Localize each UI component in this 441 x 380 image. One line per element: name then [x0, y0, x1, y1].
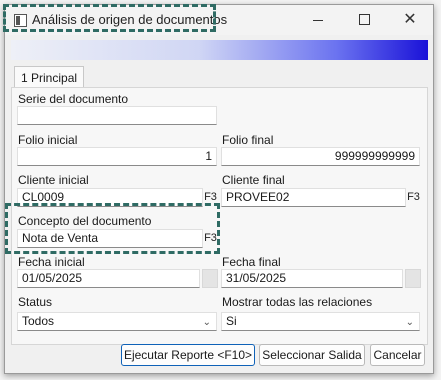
fecha-final-picker[interactable] [405, 269, 421, 288]
serie-label: Serie del documento [18, 92, 129, 106]
title-highlight [3, 4, 216, 32]
cliente-final-lookup-key[interactable]: F3 [407, 188, 420, 207]
relaciones-value: Si [226, 314, 237, 328]
status-select[interactable]: Todos ⌄ [17, 312, 217, 331]
status-label: Status [18, 295, 53, 309]
chevron-down-icon: ⌄ [405, 317, 414, 328]
fecha-inicial-label: Fecha inicial [18, 255, 85, 269]
header-gradient-bar [11, 40, 428, 60]
tab-label: 1 Principal [21, 71, 78, 85]
folio-inicial-input[interactable]: 1 [17, 147, 217, 166]
concepto-highlight [5, 203, 220, 254]
fecha-final-input[interactable]: 31/05/2025 [221, 269, 403, 288]
maximize-icon[interactable] [341, 5, 387, 35]
fecha-inicial-input[interactable]: 01/05/2025 [17, 269, 200, 288]
status-value: Todos [22, 314, 55, 328]
ejecutar-reporte-button[interactable]: Ejecutar Reporte <F10> [121, 344, 255, 366]
folio-final-label: Folio final [222, 133, 274, 147]
cancelar-button[interactable]: Cancelar [370, 344, 425, 366]
chevron-down-icon: ⌄ [202, 317, 211, 328]
tab-principal[interactable]: 1 Principal [14, 66, 84, 87]
folio-inicial-label: Folio inicial [18, 133, 78, 147]
cliente-final-label: Cliente final [222, 173, 285, 187]
close-icon[interactable]: ✕ [387, 5, 433, 35]
serie-input[interactable] [17, 106, 217, 125]
fecha-final-label: Fecha final [222, 255, 281, 269]
minimize-icon[interactable] [295, 5, 341, 35]
cliente-inicial-label: Cliente inicial [18, 173, 89, 187]
folio-final-input[interactable]: 999999999999 [221, 147, 420, 166]
relaciones-select[interactable]: Si ⌄ [221, 312, 420, 331]
relaciones-label: Mostrar todas las relaciones [222, 295, 373, 309]
cliente-final-input[interactable]: PROVEE02 [221, 188, 406, 207]
seleccionar-salida-button[interactable]: Seleccionar Salida [259, 344, 365, 366]
fecha-inicial-picker[interactable] [202, 269, 218, 288]
